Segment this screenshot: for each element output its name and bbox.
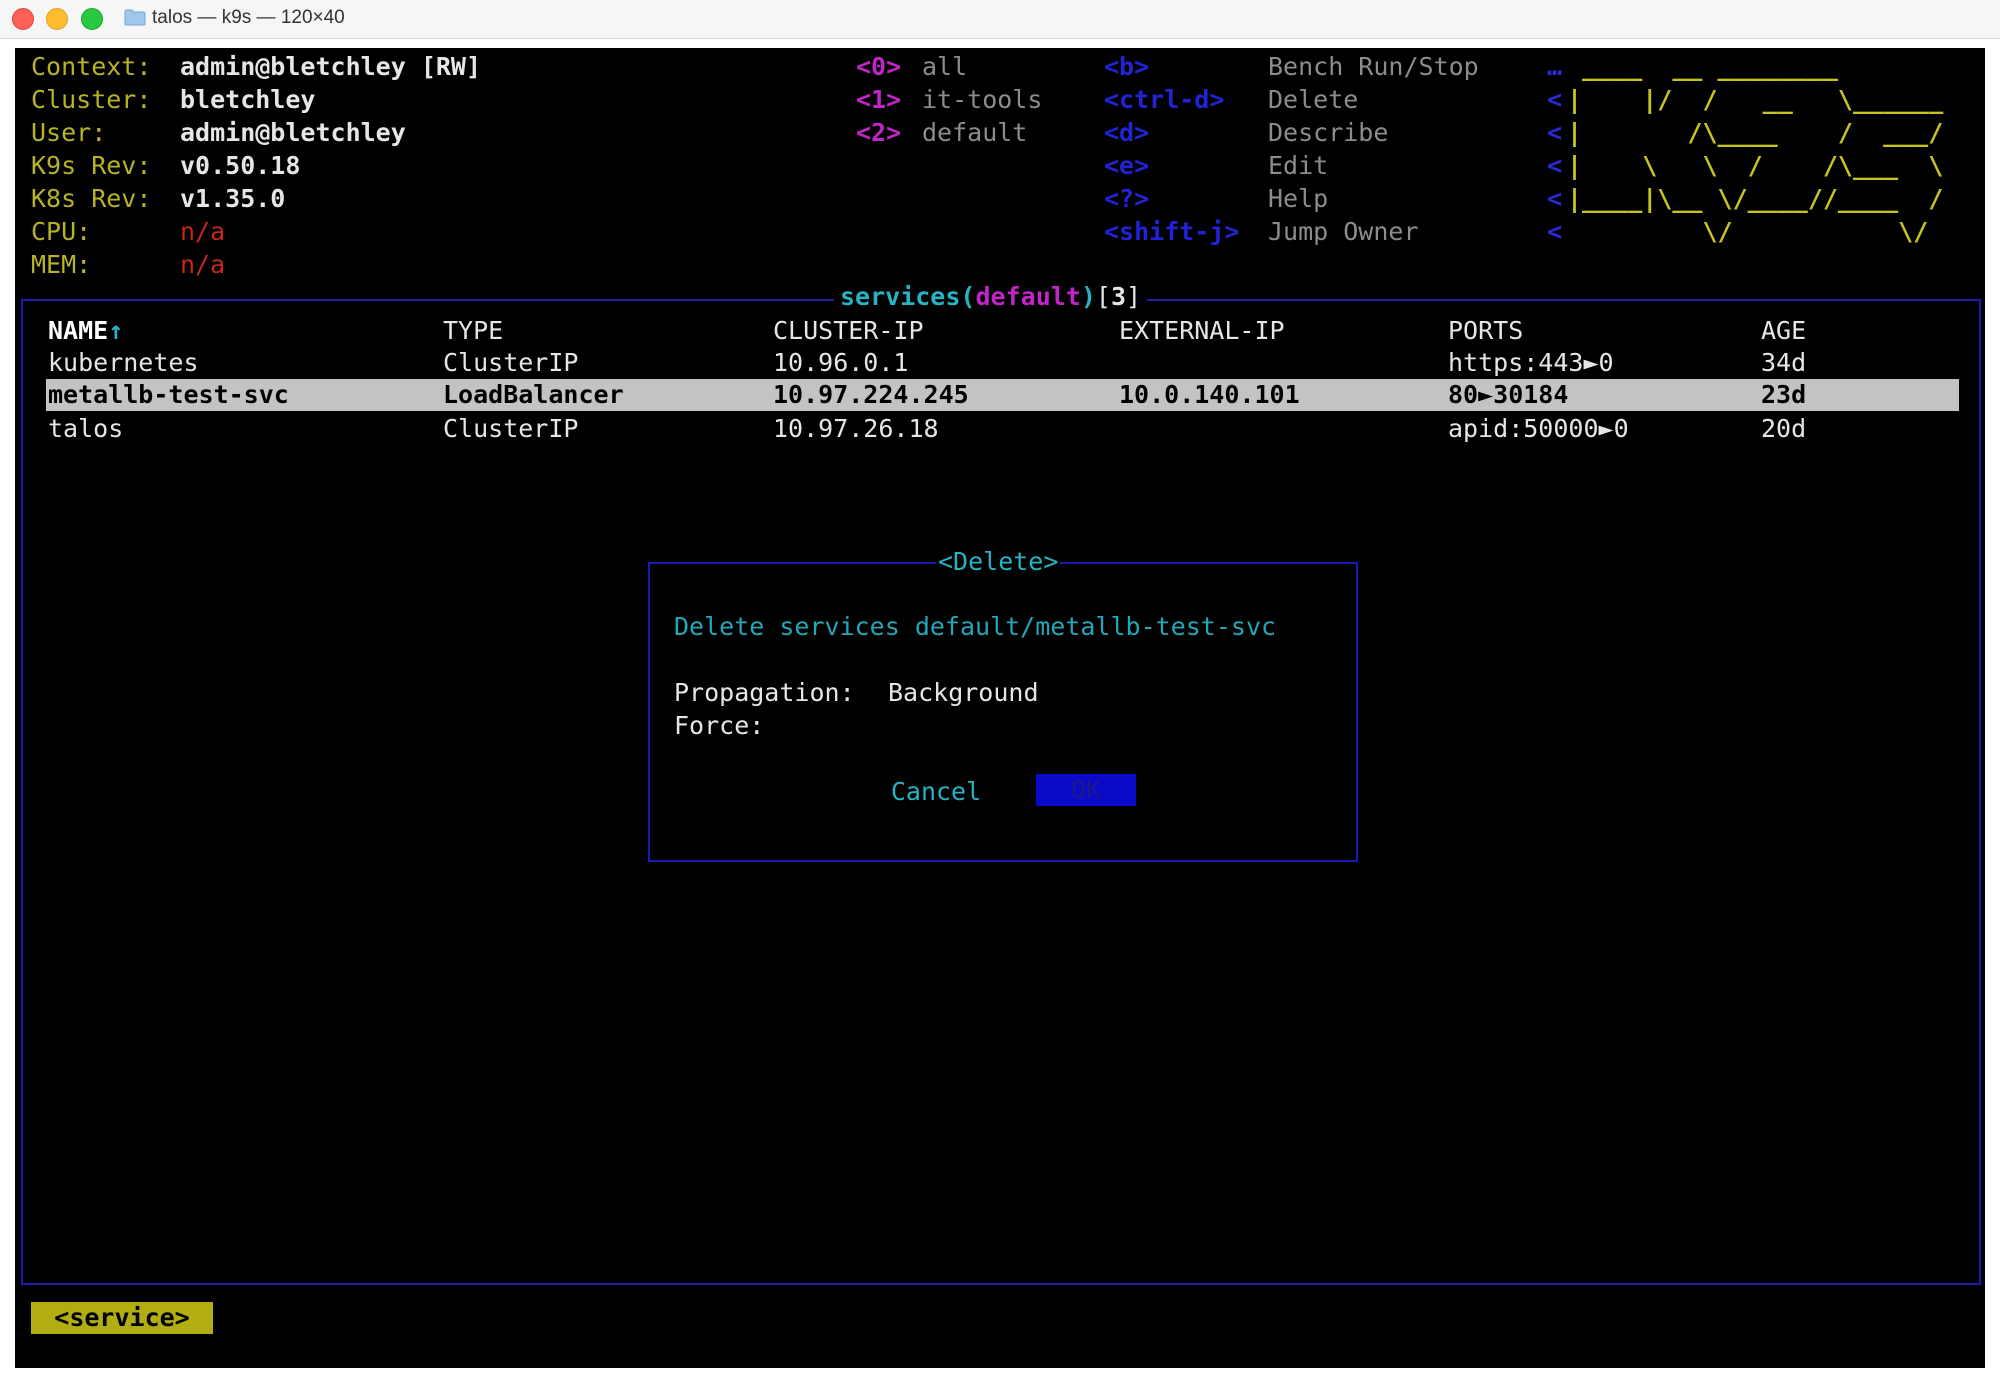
logo-prefix: < bbox=[1547, 85, 1563, 114]
shortcut-label: Delete bbox=[1268, 85, 1359, 114]
shortcut-key: <shift-j> bbox=[1104, 217, 1240, 246]
row-ports: apid:50000►0 bbox=[1448, 414, 1629, 443]
info-label: CPU: bbox=[31, 217, 92, 246]
logo-prefix: < bbox=[1547, 184, 1563, 213]
shortcut-label: Edit bbox=[1268, 151, 1329, 180]
minimize-window-button[interactable] bbox=[46, 8, 68, 30]
row-name: kubernetes bbox=[48, 348, 199, 377]
shortcut-key: <ctrl-d> bbox=[1104, 85, 1225, 114]
row-cluster-ip: 10.97.26.18 bbox=[773, 414, 939, 443]
logo-prefix: < bbox=[1547, 118, 1563, 147]
force-label: Force: bbox=[674, 711, 765, 740]
shortcut-label: Help bbox=[1268, 184, 1329, 213]
row-type: ClusterIP bbox=[443, 348, 579, 377]
info-label: User: bbox=[31, 118, 107, 147]
row-cluster-ip: 10.97.224.245 bbox=[773, 380, 969, 409]
namespace-key[interactable]: <1> bbox=[856, 85, 901, 115]
zoom-window-button[interactable] bbox=[81, 8, 103, 30]
info-value: v0.50.18 bbox=[180, 151, 301, 180]
info-value: admin@bletchley bbox=[180, 118, 406, 147]
shortcut-label: Jump Owner bbox=[1268, 217, 1419, 246]
ok-button[interactable]: OK bbox=[1036, 774, 1136, 806]
logo-line: | \ \ / /\___ \ bbox=[1567, 151, 1944, 180]
cancel-button[interactable]: Cancel bbox=[886, 776, 986, 808]
table-title: services(default)[3] bbox=[834, 282, 1148, 312]
row-cluster-ip: 10.96.0.1 bbox=[773, 348, 909, 377]
row-type: LoadBalancer bbox=[443, 380, 624, 409]
info-label: Context: bbox=[31, 52, 152, 81]
info-label: K9s Rev: bbox=[31, 151, 152, 180]
column-header-type[interactable]: TYPE bbox=[443, 316, 503, 346]
namespace-key[interactable]: <2> bbox=[856, 118, 901, 148]
breadcrumb-service[interactable]: <service> bbox=[31, 1302, 213, 1334]
namespace-label[interactable]: all bbox=[922, 52, 967, 82]
row-name: talos bbox=[48, 414, 124, 443]
logo-prefix: < bbox=[1547, 217, 1563, 246]
info-value: bletchley bbox=[180, 85, 316, 114]
logo-prefix: < bbox=[1547, 151, 1563, 180]
table-title-resource: services bbox=[840, 282, 961, 311]
dialog-title: <Delete> bbox=[936, 547, 1061, 577]
table-title-namespace: default bbox=[975, 282, 1081, 311]
row-age: 34d bbox=[1761, 348, 1807, 377]
shortcut-key: <b> bbox=[1104, 52, 1150, 81]
row-ports: https:443►0 bbox=[1448, 348, 1614, 377]
folder-icon bbox=[124, 9, 146, 26]
row-age: 23d bbox=[1761, 380, 1807, 409]
window-bottom-edge bbox=[0, 1368, 2000, 1382]
namespace-label[interactable]: default bbox=[922, 118, 1027, 148]
sort-ascending-icon: ↑ bbox=[108, 316, 124, 345]
window-titlebar: talos — k9s — 120×40 bbox=[0, 0, 2000, 39]
shortcut-key: <?> bbox=[1104, 184, 1150, 213]
info-value: v1.35.0 bbox=[180, 184, 286, 213]
column-header-age[interactable]: AGE bbox=[1761, 316, 1806, 346]
shortcut-label: Describe bbox=[1268, 118, 1389, 147]
row-name: metallb-test-svc bbox=[48, 380, 289, 409]
table-row-selected[interactable]: metallb-test-svc LoadBalancer 10.97.224.… bbox=[46, 379, 1959, 411]
row-age: 20d bbox=[1761, 414, 1807, 443]
info-value: admin@bletchley [RW] bbox=[180, 52, 482, 81]
logo-line: \/ \/ bbox=[1567, 217, 1944, 246]
column-header-name[interactable]: NAME↑ bbox=[48, 316, 123, 346]
row-type: ClusterIP bbox=[443, 414, 579, 443]
shortcut-key: <e> bbox=[1104, 151, 1150, 180]
shortcut-label: Bench Run/Stop bbox=[1268, 52, 1479, 81]
column-header-external-ip[interactable]: EXTERNAL-IP bbox=[1119, 316, 1285, 346]
info-label: MEM: bbox=[31, 250, 92, 279]
logo-line: |____|\__ \/____//____ / bbox=[1567, 184, 1944, 213]
close-window-button[interactable] bbox=[12, 8, 34, 30]
table-title-count: 3 bbox=[1110, 282, 1127, 311]
table-row[interactable]: kubernetes ClusterIP 10.96.0.1 https:443… bbox=[46, 347, 1959, 379]
dialog-message: Delete services default/metallb-test-svc bbox=[674, 612, 1277, 641]
logo-line: | /\____ / ___/ bbox=[1567, 118, 1944, 147]
info-label: K8s Rev: bbox=[31, 184, 152, 213]
row-ports: 80►30184 bbox=[1448, 380, 1569, 409]
propagation-label: Propagation: bbox=[674, 678, 855, 707]
info-value: n/a bbox=[180, 250, 226, 279]
namespace-key[interactable]: <0> bbox=[856, 52, 901, 82]
column-header-cluster-ip[interactable]: CLUSTER-IP bbox=[773, 316, 924, 346]
logo-prefix: … bbox=[1547, 52, 1563, 81]
logo-line: | |/ / __ \______ bbox=[1567, 85, 1944, 114]
column-header-ports[interactable]: PORTS bbox=[1448, 316, 1523, 346]
propagation-value[interactable]: Background bbox=[888, 678, 1039, 708]
info-label: Cluster: bbox=[31, 85, 152, 114]
info-value: n/a bbox=[180, 217, 226, 246]
namespace-label[interactable]: it-tools bbox=[922, 85, 1042, 115]
row-external-ip: 10.0.140.101 bbox=[1119, 380, 1300, 409]
window-title: talos — k9s — 120×40 bbox=[152, 7, 345, 28]
shortcut-key: <d> bbox=[1104, 118, 1150, 147]
table-row[interactable]: talos ClusterIP 10.97.26.18 apid:50000►0… bbox=[46, 413, 1959, 445]
logo-line: ____ __ ________ bbox=[1567, 52, 1944, 81]
